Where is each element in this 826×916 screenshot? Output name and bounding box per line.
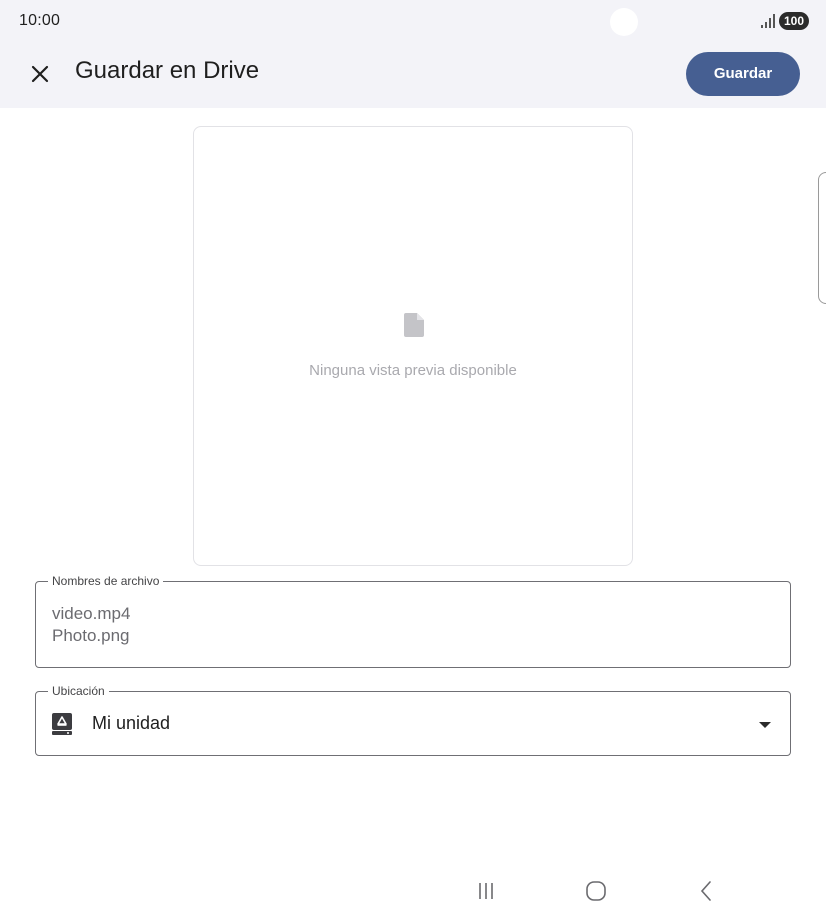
edge-panel-handle[interactable]: [818, 172, 826, 304]
back-icon: [700, 881, 711, 901]
back-button[interactable]: [686, 874, 726, 908]
navigation-bar: [0, 864, 826, 916]
home-button[interactable]: [576, 874, 616, 908]
status-bar: 10:00 100: [0, 0, 826, 44]
location-dropdown[interactable]: Ubicación Mi unidad: [35, 683, 791, 756]
file-icon: [404, 313, 424, 337]
app-bar: Guardar en Drive Guardar: [0, 44, 826, 108]
save-to-drive-screen: 10:00 100 Guardar en Drive Guardar Ningu…: [0, 0, 826, 916]
close-button[interactable]: [22, 56, 58, 92]
preview-card: Ninguna vista previa disponible: [193, 126, 633, 566]
page-title: Guardar en Drive: [75, 57, 260, 84]
recents-icon: [479, 883, 493, 899]
recents-button[interactable]: [466, 874, 506, 908]
drive-icon: [52, 713, 72, 735]
battery-icon: 100: [779, 12, 809, 30]
filenames-field[interactable]: Nombres de archivo video.mp4 Photo.png: [35, 573, 791, 668]
camera-cutout: [610, 8, 638, 36]
signal-icon: [761, 14, 775, 28]
home-icon: [586, 881, 606, 901]
close-icon: [31, 65, 49, 83]
filename-item: video.mp4: [52, 604, 131, 623]
filename-item: Photo.png: [52, 626, 130, 645]
no-preview-message: Ninguna vista previa disponible: [309, 362, 517, 379]
status-time: 10:00: [19, 12, 61, 29]
location-label: Ubicación: [48, 683, 109, 699]
filenames-label: Nombres de archivo: [48, 573, 164, 589]
location-value: Mi unidad: [92, 713, 171, 733]
save-button[interactable]: Guardar: [686, 52, 800, 96]
dropdown-arrow-icon[interactable]: [758, 721, 772, 729]
